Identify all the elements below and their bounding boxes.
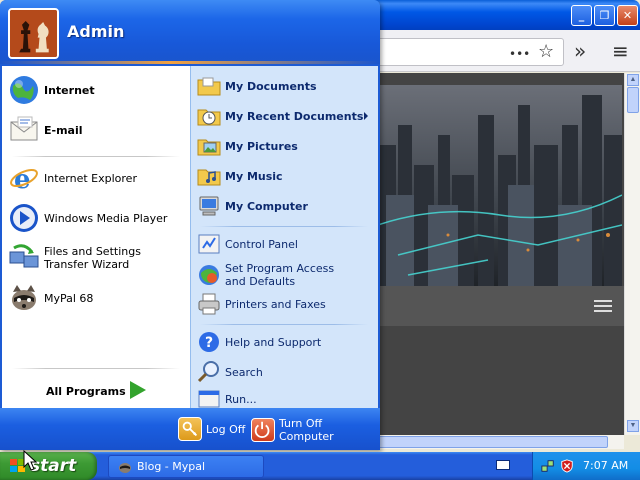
folder-music-icon: [197, 164, 221, 188]
scroll-up-icon[interactable]: ▲: [627, 74, 639, 86]
submenu-arrow-icon: [364, 112, 368, 120]
place-my-computer[interactable]: My Computer: [197, 194, 308, 218]
close-button[interactable]: ✕: [617, 5, 638, 26]
clock[interactable]: 7:07 AM: [583, 459, 628, 472]
keyboard-icon[interactable]: [496, 460, 510, 470]
place-label: My Pictures: [225, 139, 298, 153]
address-bar[interactable]: [370, 38, 564, 66]
place-label: My Documents: [225, 79, 317, 93]
place-my-documents[interactable]: My Documents: [197, 74, 317, 98]
place-label: My Music: [225, 169, 283, 183]
system-label: Printers and Faxes: [225, 297, 326, 311]
scroll-down-icon[interactable]: ▼: [627, 420, 639, 432]
help-icon: ?: [197, 330, 221, 354]
mouse-cursor-icon: [23, 450, 37, 471]
place-label: My Computer: [225, 199, 308, 213]
app-menu-icon[interactable]: ≡: [612, 41, 629, 61]
scroll-thumb[interactable]: [627, 87, 639, 113]
system-printers[interactable]: Printers and Faxes: [197, 292, 326, 316]
place-label: My Recent Documents: [225, 109, 364, 123]
support-label: Help and Support: [225, 335, 322, 349]
taskbar-item-mypal[interactable]: Blog - Mypal: [108, 455, 264, 478]
run-icon: [197, 390, 221, 408]
security-shield-icon[interactable]: [560, 459, 574, 473]
key-icon: [178, 417, 202, 441]
turn-off-button[interactable]: Turn Off Computer: [251, 417, 380, 443]
globe-icon: [8, 74, 40, 106]
support-run[interactable]: Run...: [197, 390, 257, 408]
start-menu-footer: Log Off Turn Off Computer: [0, 408, 380, 450]
support-label: Run...: [225, 392, 257, 406]
computer-icon: [197, 194, 221, 218]
start-menu: Admin Internet E-mail e Internet Explore…: [0, 0, 380, 450]
folder-pictures-icon: [197, 134, 221, 158]
media-player-icon: [8, 202, 40, 234]
site-menu-icon[interactable]: [594, 300, 612, 312]
system-tray: 7:07 AM: [532, 452, 640, 480]
system-program-defaults[interactable]: Set Program Access and Defaults: [197, 262, 355, 288]
internet-explorer-icon: e: [8, 162, 40, 195]
folder-documents-icon: [197, 74, 221, 98]
recent-transfer-wizard[interactable]: Files and Settings Transfer Wizard: [8, 242, 180, 274]
horizontal-scrollbar[interactable]: [378, 435, 624, 449]
mypal-raccoon-icon: [119, 462, 131, 473]
recent-documents-icon: [197, 104, 221, 128]
separator: [12, 156, 180, 157]
transfer-wizard-icon: [8, 242, 40, 274]
arrow-right-icon: [130, 381, 146, 399]
maximize-button[interactable]: ❐: [594, 5, 615, 26]
control-panel-icon: [197, 232, 221, 256]
all-programs-label: All Programs: [46, 385, 126, 398]
taskbar: start Blog - Mypal 7:07 AM: [0, 452, 640, 480]
recent-mypal[interactable]: MyPal 68: [8, 282, 93, 314]
place-my-music[interactable]: My Music: [197, 164, 283, 188]
taskbar-item-label: Blog - Mypal: [137, 460, 206, 473]
bookmark-star-icon[interactable]: ☆: [538, 43, 554, 61]
pinned-label: E-mail: [44, 123, 83, 137]
page-actions-icon[interactable]: •••: [509, 46, 530, 62]
log-off-button[interactable]: Log Off: [178, 417, 245, 441]
vertical-scrollbar[interactable]: ▲ ▼: [624, 73, 640, 435]
svg-text:?: ?: [205, 335, 213, 351]
printer-icon: [197, 292, 221, 316]
pinned-label: Internet: [44, 83, 95, 97]
system-label: Control Panel: [225, 237, 298, 251]
recent-label: Windows Media Player: [44, 211, 168, 225]
hscroll-thumb[interactable]: [378, 436, 608, 448]
start-menu-header: Admin: [0, 0, 380, 64]
envelope-icon: [8, 114, 40, 146]
start-button[interactable]: start: [0, 452, 97, 480]
separator: [200, 324, 368, 325]
system-control-panel[interactable]: Control Panel: [197, 232, 298, 256]
system-label: Set Program Access and Defaults: [225, 262, 335, 288]
turn-off-label: Turn Off Computer: [279, 417, 334, 443]
recent-label: MyPal 68: [44, 291, 94, 305]
recent-label: Internet Explorer: [44, 171, 137, 185]
all-programs-button[interactable]: All Programs: [2, 372, 190, 408]
recent-media-player[interactable]: Windows Media Player: [8, 202, 167, 234]
pinned-internet[interactable]: Internet: [8, 74, 95, 106]
support-label: Search: [225, 365, 263, 379]
program-defaults-icon: [197, 263, 221, 287]
mypal-raccoon-icon: [8, 282, 40, 314]
city-skyline-image: [378, 85, 622, 286]
power-icon: [251, 418, 275, 442]
network-icon[interactable]: [541, 459, 555, 473]
separator: [200, 226, 368, 227]
site-nav-bar: [378, 286, 624, 326]
place-my-pictures[interactable]: My Pictures: [197, 134, 298, 158]
search-icon: [197, 360, 221, 384]
support-search[interactable]: Search: [197, 360, 263, 384]
separator: [12, 368, 180, 369]
log-off-label: Log Off: [206, 422, 246, 436]
place-recent-documents[interactable]: My Recent Documents: [197, 104, 363, 128]
support-help[interactable]: ? Help and Support: [197, 330, 321, 354]
user-name: Admin: [67, 22, 125, 41]
recent-internet-explorer[interactable]: e Internet Explorer: [8, 162, 137, 195]
overflow-chevron-icon[interactable]: »: [574, 41, 586, 61]
chess-pieces-icon[interactable]: [8, 8, 59, 59]
pinned-email[interactable]: E-mail: [8, 114, 83, 146]
recent-label: Files and Settings Transfer Wizard: [44, 245, 141, 271]
minimize-button[interactable]: _: [571, 5, 592, 26]
